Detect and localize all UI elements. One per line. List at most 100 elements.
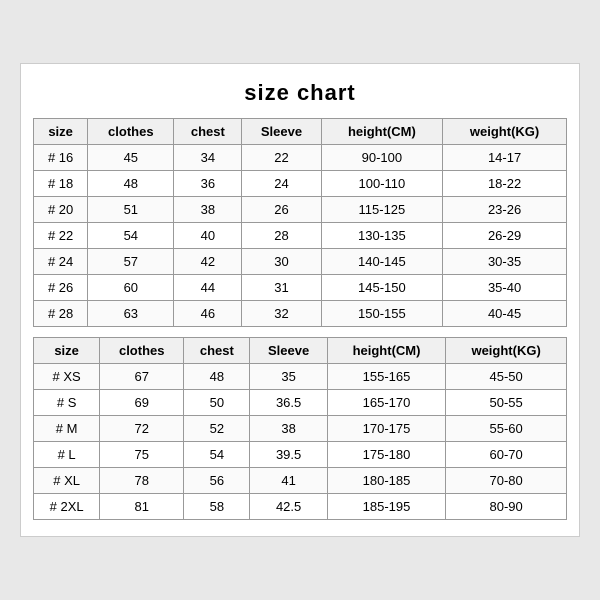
table1-cell-5-0: # 26 (34, 275, 88, 301)
table1-header-cell-2: chest (174, 119, 242, 145)
table1-cell-3-4: 130-135 (321, 223, 443, 249)
table2-body: # XS674835155-16545-50# S695036.5165-170… (34, 364, 567, 520)
table2-cell-0-0: # XS (34, 364, 100, 390)
table1-cell-2-4: 115-125 (321, 197, 443, 223)
table1-cell-4-5: 30-35 (443, 249, 567, 275)
table1-cell-5-4: 145-150 (321, 275, 443, 301)
table1-cell-3-3: 28 (242, 223, 321, 249)
chart-title: size chart (33, 80, 567, 106)
table1-header-row: sizeclotheschestSleeveheight(CM)weight(K… (34, 119, 567, 145)
table2-header-cell-1: clothes (100, 338, 184, 364)
table1-cell-5-5: 35-40 (443, 275, 567, 301)
table1-cell-1-4: 100-110 (321, 171, 443, 197)
table2-cell-4-5: 70-80 (446, 468, 567, 494)
size-chart-card: size chart sizeclotheschestSleeveheight(… (20, 63, 580, 537)
table2-cell-5-5: 80-90 (446, 494, 567, 520)
size-table-2: sizeclotheschestSleeveheight(CM)weight(K… (33, 337, 567, 520)
table1-cell-2-1: 51 (88, 197, 174, 223)
table1-cell-4-2: 42 (174, 249, 242, 275)
table2-cell-4-1: 78 (100, 468, 184, 494)
table1-header-cell-0: size (34, 119, 88, 145)
table1-cell-0-5: 14-17 (443, 145, 567, 171)
table2-cell-0-2: 48 (184, 364, 250, 390)
table1-cell-6-0: # 28 (34, 301, 88, 327)
table2-cell-4-2: 56 (184, 468, 250, 494)
table-row: # 1645342290-10014-17 (34, 145, 567, 171)
table-row: # 26604431145-15035-40 (34, 275, 567, 301)
table1-cell-3-0: # 22 (34, 223, 88, 249)
table1-cell-6-2: 46 (174, 301, 242, 327)
table2-cell-0-1: 67 (100, 364, 184, 390)
table1-cell-3-2: 40 (174, 223, 242, 249)
table2-cell-3-2: 54 (184, 442, 250, 468)
table2-cell-4-0: # XL (34, 468, 100, 494)
table2-cell-5-1: 81 (100, 494, 184, 520)
table1-cell-1-2: 36 (174, 171, 242, 197)
table1-cell-5-2: 44 (174, 275, 242, 301)
table1-cell-1-1: 48 (88, 171, 174, 197)
table1-cell-3-5: 26-29 (443, 223, 567, 249)
table1-cell-2-2: 38 (174, 197, 242, 223)
table-row: # XS674835155-16545-50 (34, 364, 567, 390)
table1-header-cell-5: weight(KG) (443, 119, 567, 145)
table1-cell-3-1: 54 (88, 223, 174, 249)
table1-cell-4-1: 57 (88, 249, 174, 275)
table1-body: # 1645342290-10014-17# 18483624100-11018… (34, 145, 567, 327)
table2-header: sizeclotheschestSleeveheight(CM)weight(K… (34, 338, 567, 364)
table-row: # 22544028130-13526-29 (34, 223, 567, 249)
table-row: # XL785641180-18570-80 (34, 468, 567, 494)
section-gap (33, 327, 567, 337)
table1-cell-1-3: 24 (242, 171, 321, 197)
table-row: # 2XL815842.5185-19580-90 (34, 494, 567, 520)
table2-cell-1-3: 36.5 (250, 390, 327, 416)
table2-header-row: sizeclotheschestSleeveheight(CM)weight(K… (34, 338, 567, 364)
table2-cell-4-3: 41 (250, 468, 327, 494)
table2-cell-1-4: 165-170 (327, 390, 445, 416)
table1-header-cell-1: clothes (88, 119, 174, 145)
table2-cell-4-4: 180-185 (327, 468, 445, 494)
table-row: # S695036.5165-17050-55 (34, 390, 567, 416)
table2-cell-3-5: 60-70 (446, 442, 567, 468)
table1-cell-1-5: 18-22 (443, 171, 567, 197)
table2-cell-1-1: 69 (100, 390, 184, 416)
table1-cell-2-0: # 20 (34, 197, 88, 223)
table2-header-cell-2: chest (184, 338, 250, 364)
table2-cell-0-5: 45-50 (446, 364, 567, 390)
table2-header-cell-5: weight(KG) (446, 338, 567, 364)
table2-cell-2-1: 72 (100, 416, 184, 442)
table2-cell-2-2: 52 (184, 416, 250, 442)
table1-header: sizeclotheschestSleeveheight(CM)weight(K… (34, 119, 567, 145)
table1-cell-4-0: # 24 (34, 249, 88, 275)
table-row: # 20513826115-12523-26 (34, 197, 567, 223)
table2-header-cell-3: Sleeve (250, 338, 327, 364)
table-row: # 24574230140-14530-35 (34, 249, 567, 275)
table1-cell-2-5: 23-26 (443, 197, 567, 223)
table2-cell-2-3: 38 (250, 416, 327, 442)
table2-cell-3-4: 175-180 (327, 442, 445, 468)
table1-cell-0-4: 90-100 (321, 145, 443, 171)
table1-cell-0-0: # 16 (34, 145, 88, 171)
table1-cell-6-1: 63 (88, 301, 174, 327)
table1-cell-6-4: 150-155 (321, 301, 443, 327)
table2-cell-0-4: 155-165 (327, 364, 445, 390)
size-table-1: sizeclotheschestSleeveheight(CM)weight(K… (33, 118, 567, 327)
table1-header-cell-3: Sleeve (242, 119, 321, 145)
table1-header-cell-4: height(CM) (321, 119, 443, 145)
table1-cell-0-1: 45 (88, 145, 174, 171)
table1-cell-0-2: 34 (174, 145, 242, 171)
table1-cell-2-3: 26 (242, 197, 321, 223)
table1-cell-6-3: 32 (242, 301, 321, 327)
table2-cell-2-0: # M (34, 416, 100, 442)
table1-cell-4-4: 140-145 (321, 249, 443, 275)
table2-cell-2-5: 55-60 (446, 416, 567, 442)
table2-cell-2-4: 170-175 (327, 416, 445, 442)
table1-cell-5-3: 31 (242, 275, 321, 301)
table1-cell-1-0: # 18 (34, 171, 88, 197)
table1-cell-6-5: 40-45 (443, 301, 567, 327)
table2-cell-1-0: # S (34, 390, 100, 416)
table-row: # L755439.5175-18060-70 (34, 442, 567, 468)
table2-cell-0-3: 35 (250, 364, 327, 390)
table2-cell-5-0: # 2XL (34, 494, 100, 520)
table2-cell-1-2: 50 (184, 390, 250, 416)
table1-cell-4-3: 30 (242, 249, 321, 275)
